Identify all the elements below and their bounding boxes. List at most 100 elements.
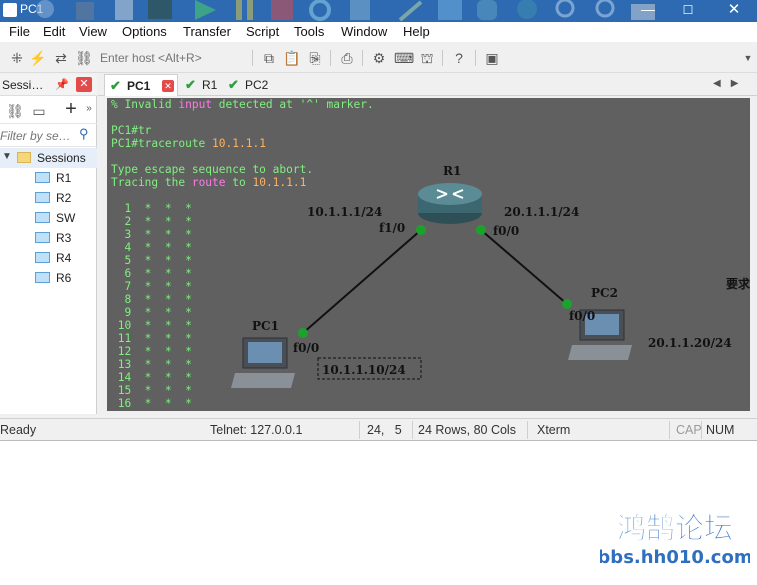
monitor-icon <box>35 232 50 243</box>
connected-check-icon: ✔ <box>110 78 121 93</box>
host-input[interactable] <box>100 48 248 68</box>
connect-icon[interactable]: ⁜ <box>8 49 26 67</box>
reconnect-icon[interactable]: ⇄ <box>52 49 70 67</box>
menu-options[interactable]: Options <box>122 24 167 39</box>
r1-left-ip-label: 10.1.1.1/24 <box>307 205 382 219</box>
bold-icon <box>115 0 133 20</box>
session-item-sw[interactable]: SW <box>0 208 97 228</box>
globe-icon <box>517 0 537 19</box>
close-button[interactable]: ✕ <box>718 0 750 22</box>
more-tools-icon[interactable]: » <box>80 100 98 118</box>
tab-pc1[interactable]: ✔ PC1 ✕ <box>104 74 178 96</box>
search-icon[interactable]: ⚲ <box>79 126 89 142</box>
forum-watermark: 鸿鹄论坛 bbs.hh010.com <box>600 511 750 568</box>
image-icon <box>438 0 462 20</box>
session-item-r4[interactable]: R4 <box>0 248 97 268</box>
session-window-icon[interactable]: ▭ <box>30 102 48 120</box>
print-icon[interactable]: ⎙ <box>338 49 356 67</box>
session-filter-input[interactable] <box>0 128 76 144</box>
link-r1-pc1 <box>302 229 422 334</box>
status-terminal-type: Xterm <box>537 423 571 437</box>
pin-icon[interactable]: 📌 <box>55 78 69 91</box>
toolbar-separator <box>442 50 443 66</box>
router-r1-icon <box>418 183 482 224</box>
session-manager-header: Sessi… 📌 ✕ <box>0 74 97 96</box>
cube-icon <box>350 0 370 20</box>
port-pc1-f0-0 <box>298 328 308 338</box>
toolbar: ⁜ ⚡ ⇄ ⛓ ⧉ 📋 ⎘ ⌕ ⎙ ⚙ ⌨ ⛫ ? ▣ ▼ <box>0 43 757 73</box>
tab-scroll-arrows-icon[interactable]: ◀▶ <box>713 78 748 89</box>
monitor-icon <box>35 192 50 203</box>
status-connection: Telnet: 127.0.0.1 <box>210 423 303 437</box>
close-tab-icon[interactable]: ✕ <box>162 80 174 92</box>
session-manager-title: Sessi… <box>2 78 44 92</box>
menu-window[interactable]: Window <box>341 24 387 39</box>
session-tabs: ✔ PC1 ✕ ✔ R1 ✔ PC2 ◀▶ <box>98 74 757 96</box>
maximize-button[interactable]: ☐ <box>675 0 701 22</box>
zoom-in-icon <box>555 0 575 18</box>
chevron-down-icon[interactable]: ▼ <box>2 151 12 162</box>
menu-tools[interactable]: Tools <box>294 24 324 39</box>
quick-connect-icon[interactable]: ⚡ <box>29 49 47 67</box>
status-caps-lock: CAP <box>676 423 702 437</box>
tab-pc2[interactable]: ✔ PC2 <box>223 74 275 96</box>
session-item-label: R4 <box>56 251 72 265</box>
tab-r1[interactable]: ✔ R1 <box>180 74 226 96</box>
help-icon[interactable]: ? <box>450 49 468 67</box>
session-item-label: SW <box>56 211 76 225</box>
session-item-label: R3 <box>56 231 72 245</box>
menu-file[interactable]: File <box>9 24 30 39</box>
monitor-icon <box>35 252 50 263</box>
menu-script[interactable]: Script <box>246 24 279 39</box>
paste-icon[interactable]: 📋 <box>283 49 301 67</box>
status-num-lock: NUM <box>706 423 735 437</box>
menu-transfer[interactable]: Transfer <box>183 24 231 39</box>
menu-edit[interactable]: Edit <box>43 24 65 39</box>
terminal-view[interactable]: % Invalid input detected at '^' marker. … <box>107 98 750 411</box>
app-icon <box>3 3 17 17</box>
side-note-text: 要求 <box>726 277 751 291</box>
r1-right-ip-label: 20.1.1.1/24 <box>504 205 579 219</box>
sftp-icon[interactable]: ⛫ <box>418 49 436 67</box>
copy-icon[interactable]: ⧉ <box>260 49 278 67</box>
sessions-folder[interactable]: ▼ Sessions <box>0 148 97 168</box>
binoculars-icon[interactable]: ⌕ <box>307 49 325 67</box>
folder-label: Sessions <box>37 151 86 165</box>
session-item-r2[interactable]: R2 <box>0 188 97 208</box>
status-cursor-position: 24, 5 <box>367 423 402 437</box>
router-r1-label: R1 <box>443 164 461 178</box>
toolbar-separator <box>252 50 253 66</box>
keymap-icon[interactable]: ⌨ <box>394 49 414 67</box>
session-item-r3[interactable]: R3 <box>0 228 97 248</box>
status-separator <box>669 421 670 439</box>
menu-view[interactable]: View <box>79 24 107 39</box>
toolbar-separator <box>362 50 363 66</box>
session-item-label: R6 <box>56 271 72 285</box>
timer-icon <box>36 0 54 18</box>
edit-icon <box>398 0 423 22</box>
minimize-button[interactable]: — <box>635 0 661 22</box>
link-icon[interactable]: ⛓ <box>6 102 24 120</box>
monitor-icon <box>35 272 50 283</box>
toolbar-overflow-icon[interactable]: ▼ <box>739 49 757 67</box>
pc1-computer-icon <box>231 337 295 388</box>
r1-left-interface-label: f1/0 <box>379 221 405 235</box>
add-session-icon[interactable]: + <box>62 99 80 119</box>
close-panel-icon[interactable]: ✕ <box>76 77 92 92</box>
session-item-r1[interactable]: R1 <box>0 168 97 188</box>
screenshot-icon[interactable]: ▣ <box>483 49 501 67</box>
session-item-r6[interactable]: R6 <box>0 268 97 288</box>
settings-icon[interactable]: ⚙ <box>370 49 388 67</box>
pause-icon <box>236 0 253 20</box>
monitor-icon <box>35 212 50 223</box>
status-separator <box>359 421 360 439</box>
session-item-label: R2 <box>56 191 72 205</box>
securecrt-window: PC1 — ☐ ✕ File Edit View Options Transfe… <box>0 0 757 441</box>
toolbar-separator <box>330 50 331 66</box>
toolbox-icon <box>76 2 94 20</box>
disconnect-icon[interactable]: ⛓ <box>75 49 93 67</box>
monitor-icon <box>35 172 50 183</box>
menu-help[interactable]: Help <box>403 24 430 39</box>
pc2-label: PC2 <box>591 286 618 300</box>
port-r1-f0-0 <box>476 225 486 235</box>
